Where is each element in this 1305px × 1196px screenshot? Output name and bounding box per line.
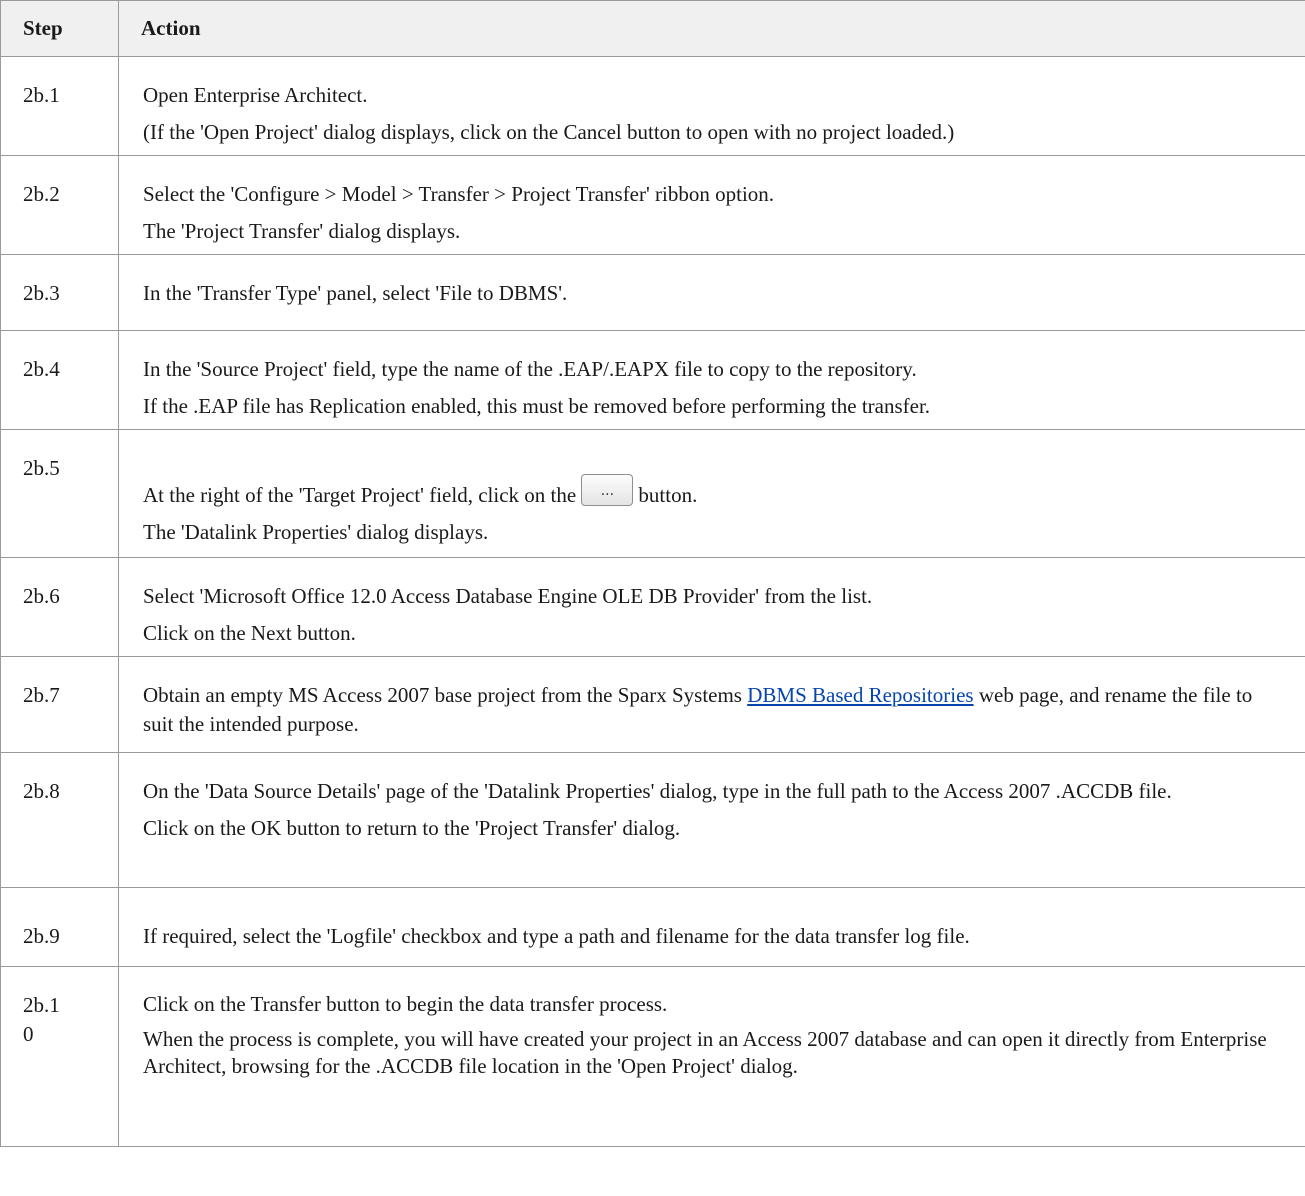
action-text: (If the 'Open Project' dialog displays, … [143, 120, 955, 144]
table-row: 2b.7 Obtain an empty MS Access 2007 base… [0, 656, 1305, 753]
table-row: 2b.8 On the 'Data Source Details' page o… [0, 752, 1305, 888]
action-cell: Select the 'Configure > Model > Transfer… [118, 155, 1305, 255]
action-cell: Open Enterprise Architect. (If the 'Open… [118, 56, 1305, 156]
table-row: 2b.2 Select the 'Configure > Model > Tra… [0, 155, 1305, 255]
step-number: 2b.3 [23, 281, 60, 305]
action-text: Obtain an empty MS Access 2007 base proj… [143, 681, 1285, 739]
dbms-based-repositories-link[interactable]: DBMS Based Repositories [747, 683, 973, 707]
step-number: 2b.6 [23, 584, 60, 608]
action-text: Click on the Transfer button to begin th… [143, 992, 668, 1016]
action-text: The 'Datalink Properties' dialog display… [143, 520, 489, 544]
table-row: 2b.5 At the right of the 'Target Project… [0, 429, 1305, 558]
action-text: When the process is complete, you will h… [143, 1027, 1267, 1078]
action-text: Select 'Microsoft Office 12.0 Access Dat… [143, 584, 873, 608]
header-step: Step [0, 0, 119, 57]
action-text: In the 'Source Project' field, type the … [143, 357, 917, 381]
action-cell: Obtain an empty MS Access 2007 base proj… [118, 656, 1305, 753]
action-cell: On the 'Data Source Details' page of the… [118, 752, 1305, 888]
action-cell: In the 'Source Project' field, type the … [118, 330, 1305, 430]
header-action: Action [118, 0, 1305, 57]
action-text: In the 'Transfer Type' panel, select 'Fi… [143, 281, 568, 305]
action-text-after: button. [638, 483, 698, 507]
table-row: 2b.4 In the 'Source Project' field, type… [0, 330, 1305, 430]
action-text: At the right of the 'Target Project' fie… [143, 474, 1285, 510]
action-text: On the 'Data Source Details' page of the… [143, 779, 1172, 803]
header-row: Step Action [0, 0, 1305, 57]
action-text: Open Enterprise Architect. [143, 83, 368, 107]
action-text: Select the 'Configure > Model > Transfer… [143, 182, 775, 206]
step-number: 2b.4 [23, 357, 60, 381]
action-text: Click on the Next button. [143, 621, 356, 645]
action-cell: At the right of the 'Target Project' fie… [118, 429, 1305, 558]
steps-table: Step Action 2b.1 Open Enterprise Archite… [0, 0, 1305, 1147]
table-row: 2b.6 Select 'Microsoft Office 12.0 Acces… [0, 557, 1305, 657]
action-text-before: At the right of the 'Target Project' fie… [143, 483, 577, 507]
table-row: 2b.1 Open Enterprise Architect. (If the … [0, 56, 1305, 156]
ellipsis-button-icon: ... [581, 474, 634, 506]
step-number: 2b.7 [23, 683, 60, 707]
action-text-before: Obtain an empty MS Access 2007 base proj… [143, 683, 742, 707]
action-text: The 'Project Transfer' dialog displays. [143, 219, 461, 243]
step-number: 2b.2 [23, 182, 60, 206]
action-cell: Select 'Microsoft Office 12.0 Access Dat… [118, 557, 1305, 657]
step-number: 2b.9 [23, 924, 60, 948]
table-row: 2b.3 In the 'Transfer Type' panel, selec… [0, 254, 1305, 331]
step-number: 2b.10 [23, 993, 60, 1046]
step-number: 2b.8 [23, 779, 60, 803]
action-cell: If required, select the 'Logfile' checkb… [118, 887, 1305, 967]
action-text: If required, select the 'Logfile' checkb… [143, 924, 970, 948]
action-cell: In the 'Transfer Type' panel, select 'Fi… [118, 254, 1305, 331]
table-row: 2b.10 Click on the Transfer button to be… [0, 966, 1305, 1147]
action-text: Click on the OK button to return to the … [143, 816, 681, 840]
action-text: If the .EAP file has Replication enabled… [143, 394, 931, 418]
action-cell: Click on the Transfer button to begin th… [118, 966, 1305, 1147]
step-number: 2b.1 [23, 83, 60, 107]
step-number: 2b.5 [23, 456, 60, 480]
table-row: 2b.9 If required, select the 'Logfile' c… [0, 887, 1305, 967]
